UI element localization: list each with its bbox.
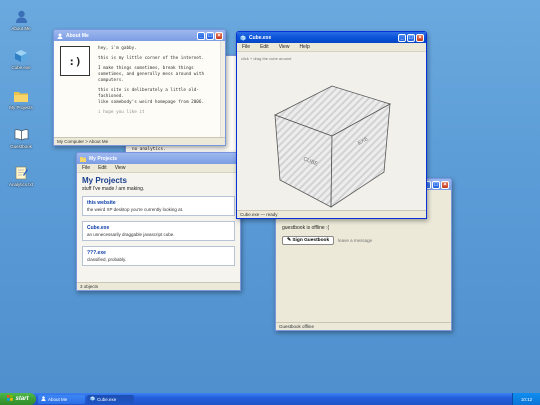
project-card[interactable]: Cube.exe an unnecessarily draggable java… (82, 221, 235, 241)
guestbook-message-input[interactable] (338, 238, 399, 243)
project-desc: classified, probably. (87, 257, 127, 262)
about-paragraph: like somebody's weird homepage from 2006… (98, 100, 205, 105)
cube-menubar: File Edit View Help (237, 43, 426, 52)
about-statusbar: My Computer > About Me (54, 137, 225, 145)
guestbook-statusbar: Guestbook offline (276, 322, 451, 330)
menu-help[interactable]: Help (299, 44, 309, 50)
user-icon (14, 9, 29, 24)
close-button[interactable]: × (441, 180, 449, 189)
cube-icon (90, 396, 95, 402)
windows-logo-icon (7, 395, 14, 403)
taskbar-item-about-me[interactable]: About Me (38, 394, 85, 404)
project-desc: the weird XP desktop you're currently lo… (87, 207, 184, 212)
folder-icon (14, 88, 29, 103)
minimize-button[interactable]: _ (398, 33, 406, 42)
user-icon (57, 33, 63, 39)
menu-file[interactable]: File (82, 165, 90, 171)
projects-titlebar[interactable]: My Projects (77, 153, 240, 164)
desktop-icon-guestbook[interactable]: Guestbook (4, 127, 38, 149)
menu-edit[interactable]: Edit (260, 44, 269, 50)
about-text: hey, i'm gabby. this is my little corner… (98, 46, 217, 120)
menu-file[interactable]: File (242, 44, 250, 50)
window-title: Cube.exe (249, 34, 272, 41)
about-paragraph: this is my little corner of the internet… (98, 56, 205, 61)
about-window[interactable]: About Me _ □ × :) hey, i'm gabby. this i… (53, 29, 226, 146)
taskbar: start About Me Cube.exe 10:12 (0, 393, 540, 405)
cube-titlebar[interactable]: Cube.exe _ □ × (237, 32, 426, 43)
menu-edit[interactable]: Edit (98, 165, 107, 171)
projects-heading: My Projects (82, 176, 127, 185)
taskbar-item-label: Cube.exe (97, 396, 117, 402)
about-paragraph: this site is deliberately a little old-f… (98, 88, 199, 99)
cube-statusbar: Cube.exe — ready (237, 210, 426, 218)
about-paragraph: I make things sometimes, break things so… (98, 66, 205, 83)
project-card[interactable]: ???.exe classified, probably. (82, 246, 235, 266)
close-button[interactable]: × (215, 31, 223, 40)
close-button[interactable]: × (416, 33, 424, 42)
about-body: :) hey, i'm gabby. this is my little cor… (54, 41, 225, 137)
folder-icon (80, 156, 86, 162)
about-paragraph: hey, i'm gabby. (98, 46, 137, 51)
desktop-icon-label: Cube.exe (11, 65, 31, 70)
desktop-icon-analytics[interactable]: Analytics.txt (4, 165, 38, 187)
taskbar-item-cube[interactable]: Cube.exe (87, 394, 134, 404)
cube-stage[interactable]: CUBE EXE (237, 52, 426, 210)
window-title: My Projects (89, 155, 118, 162)
menu-view[interactable]: View (115, 165, 126, 171)
maximize-button[interactable]: □ (206, 31, 214, 40)
cube-canvas[interactable]: CUBE EXE (237, 52, 426, 212)
maximize-button[interactable]: □ (407, 33, 415, 42)
project-desc: an unnecessarily draggable javascript cu… (87, 232, 175, 237)
system-tray: 10:12 (512, 393, 540, 405)
desktop-icon-label: Analytics.txt (8, 182, 33, 187)
menu-view[interactable]: View (279, 44, 290, 50)
clock[interactable]: 10:12 (521, 397, 532, 402)
sign-guestbook-button[interactable]: ✎ Sign Guestbook (282, 236, 335, 245)
projects-body: My Projects stuff I've made / am making.… (77, 173, 240, 282)
cube-window[interactable]: Cube.exe _ □ × File Edit View Help CUBE … (236, 31, 427, 219)
desktop-icon-label: About Me (11, 26, 31, 31)
desktop-icon-label: Guestbook (10, 144, 32, 149)
project-title[interactable]: Cube.exe (87, 225, 230, 231)
maximize-button[interactable]: □ (432, 180, 440, 189)
desktop-icon-label: My Projects (9, 105, 33, 110)
smiley-avatar: :) (60, 46, 90, 76)
window-title: About Me (66, 32, 89, 39)
draggable-cube[interactable]: CUBE EXE (274, 85, 392, 208)
taskbar-item-label: About Me (48, 396, 68, 402)
desktop-icon-about-me[interactable]: About Me (4, 9, 38, 31)
notepad-icon (14, 165, 29, 180)
projects-subtitle: stuff I've made / am making. (82, 186, 145, 192)
project-title[interactable]: this website (87, 200, 230, 206)
start-label: start (15, 396, 29, 402)
desktop-icon-cube[interactable]: Cube.exe (4, 48, 38, 70)
minimize-button[interactable]: _ (197, 31, 205, 40)
project-card[interactable]: this website the weird XP desktop you're… (82, 196, 235, 216)
projects-menubar: File Edit View (77, 164, 240, 173)
user-icon (41, 396, 46, 402)
about-titlebar[interactable]: About Me _ □ × (54, 30, 225, 41)
projects-window[interactable]: My Projects File Edit View My Projects s… (76, 152, 241, 291)
about-paragraph: i hope you like it (98, 110, 145, 115)
desktop-icon-my-projects[interactable]: My Projects (4, 88, 38, 110)
project-title[interactable]: ???.exe (87, 250, 230, 256)
cube-icon (14, 48, 29, 63)
scrollbar[interactable] (220, 41, 225, 137)
cube-icon (240, 34, 246, 41)
cube-hint: click + drag the cube around (241, 56, 292, 61)
start-button[interactable]: start (0, 393, 36, 405)
book-icon (14, 127, 29, 142)
guestbook-offline-text: guestbook is offline :( (282, 225, 330, 231)
projects-statusbar: 3 objects (77, 282, 240, 290)
